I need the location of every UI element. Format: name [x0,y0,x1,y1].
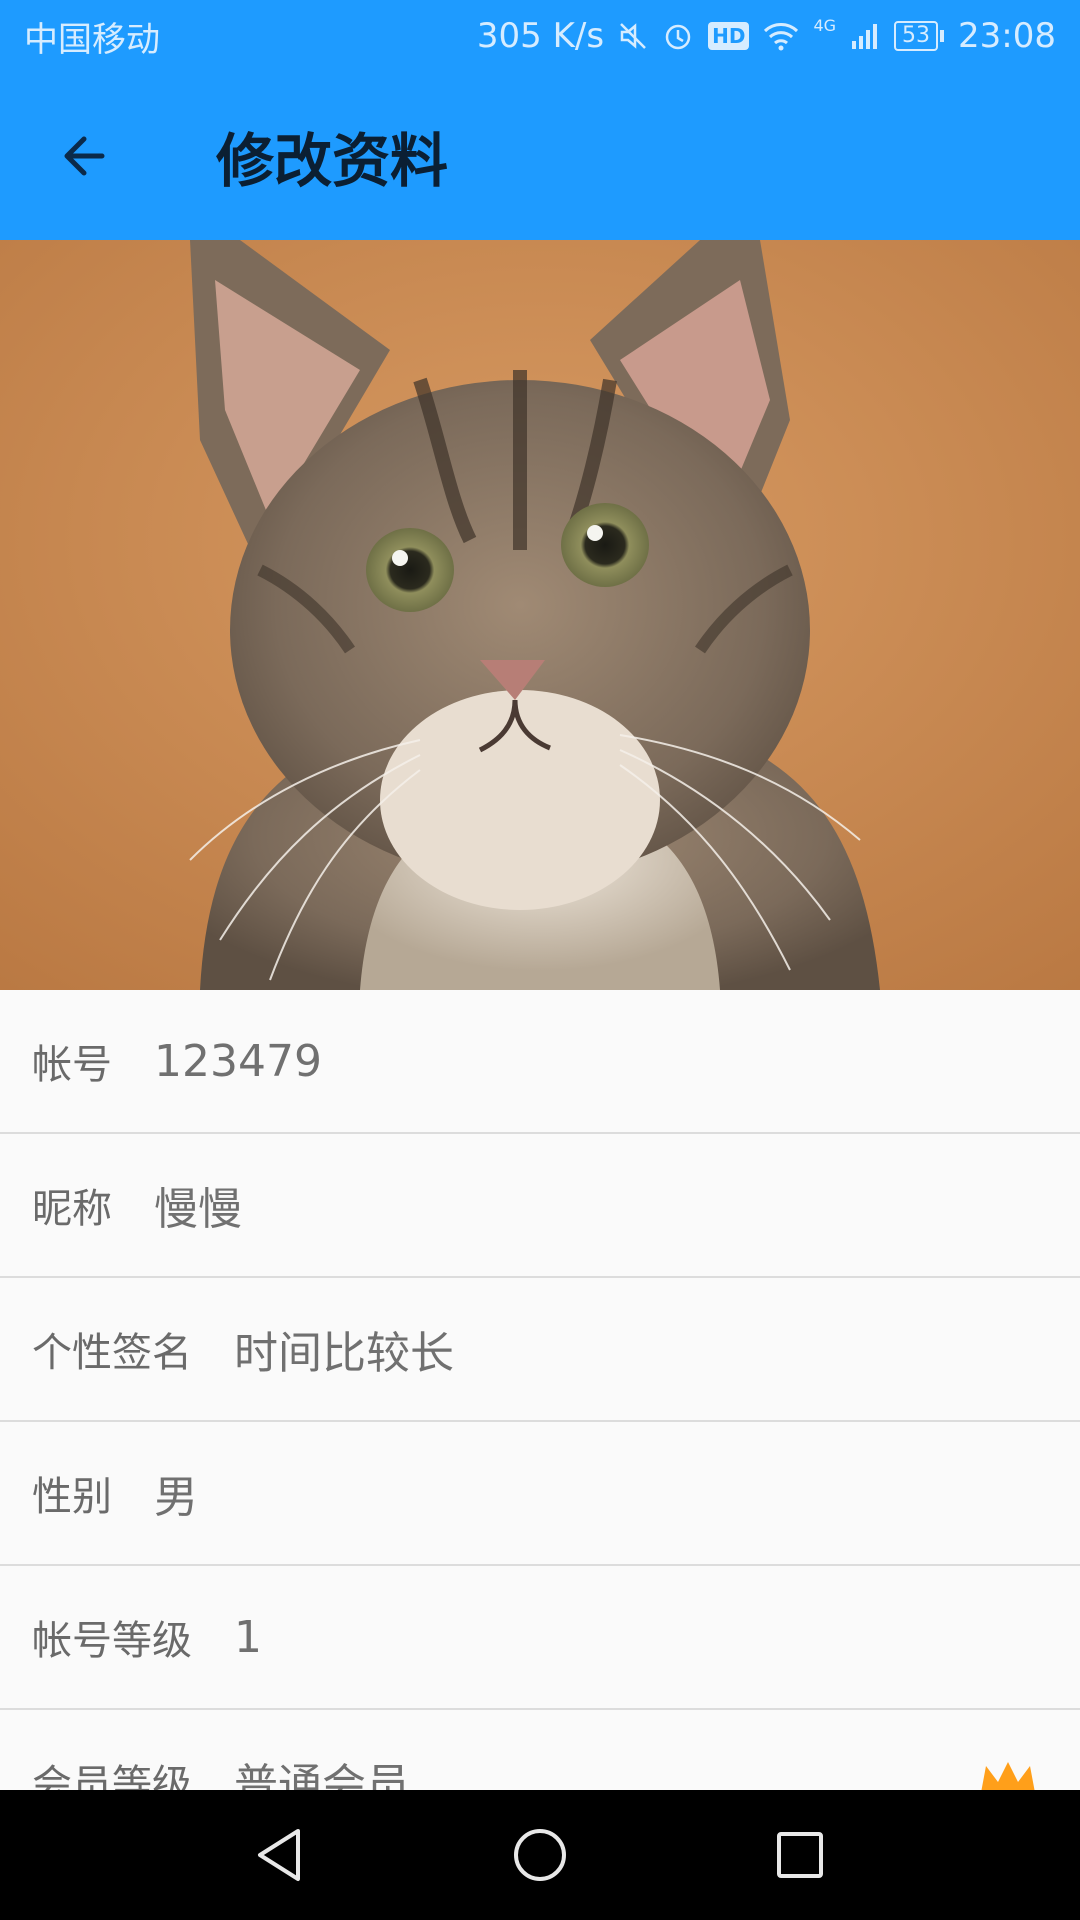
kitten-image [0,240,1080,990]
profile-photo[interactable] [0,240,1080,990]
wifi-icon [763,21,799,51]
row-account[interactable]: 帐号 123479 [0,990,1080,1134]
home-circle-icon [514,1829,566,1881]
back-triangle-icon [258,1829,300,1881]
mute-icon [618,21,648,51]
arrow-left-icon [64,136,105,176]
navigation-bar [0,1790,1080,1920]
nav-back-button[interactable] [240,1815,320,1895]
network-speed: 305 K/s [476,16,605,56]
row-label: 帐号等级 [32,1618,192,1664]
app-bar: 修改资料 [0,72,1080,240]
row-value: 慢慢 [154,1184,242,1235]
row-label: 昵称 [32,1186,112,1232]
back-button[interactable] [24,96,144,216]
status-bar: 中国移动 305 K/s HD 4G 53 23:08 [0,0,1080,72]
row-nickname[interactable]: 昵称 慢慢 [0,1134,1080,1278]
signal-icon [850,21,880,51]
carrier-name: 中国移动 [24,19,160,60]
alarm-icon [662,20,694,52]
row-value: 123479 [154,1035,322,1087]
row-label: 帐号 [32,1042,112,1088]
network-type: 4G [813,16,837,35]
nav-recents-button[interactable] [760,1815,840,1895]
battery-level: 53 [894,21,939,51]
row-value: 1 [234,1611,262,1663]
recents-square-icon [777,1832,823,1878]
profile-info-list: 帐号 123479 昵称 慢慢 个性签名 时间比较长 性别 男 帐号等级 1 会… [0,990,1080,1854]
battery-icon: 53 [894,21,945,51]
nav-home-button[interactable] [500,1815,580,1895]
row-value: 男 [154,1472,198,1523]
hd-icon: HD [708,22,750,50]
row-label: 性别 [32,1474,112,1520]
row-gender[interactable]: 性别 男 [0,1422,1080,1566]
row-label: 个性签名 [32,1330,192,1376]
row-signature[interactable]: 个性签名 时间比较长 [0,1278,1080,1422]
status-icons: 305 K/s HD 4G 53 23:08 [477,16,1056,56]
row-value: 时间比较长 [234,1328,454,1379]
page-title: 修改资料 [216,127,449,195]
clock: 23:08 [958,16,1056,56]
row-account-level[interactable]: 帐号等级 1 [0,1566,1080,1710]
